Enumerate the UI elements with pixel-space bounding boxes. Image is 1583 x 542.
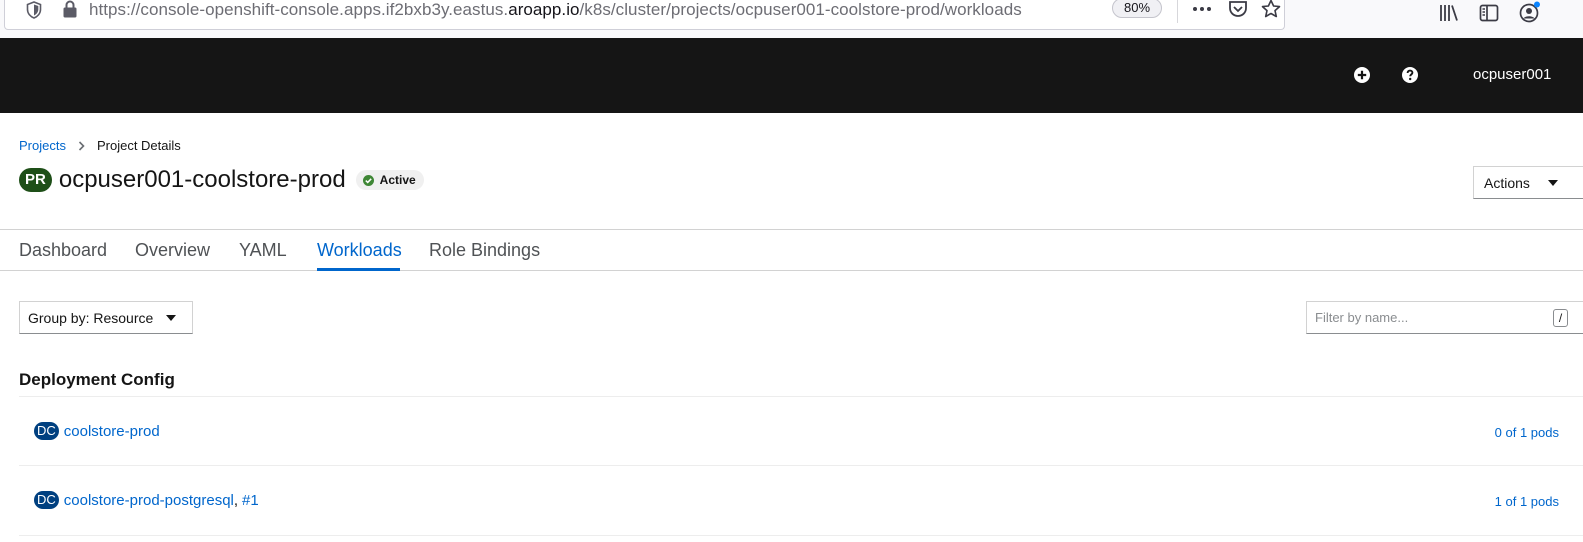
project-resource-badge: PR: [19, 168, 52, 192]
address-bar-divider: [1177, 0, 1178, 23]
check-circle-icon: [362, 174, 374, 186]
deployment-config-badge: DC: [34, 491, 59, 509]
deployment-config-badge: DC: [34, 422, 59, 440]
more-icon[interactable]: [1190, 0, 1214, 21]
zoom-level-button[interactable]: 80%: [1112, 0, 1162, 18]
lock-icon[interactable]: [59, 0, 81, 20]
url-prefix: https://console-openshift-console.apps.i…: [89, 0, 509, 19]
pocket-icon[interactable]: [1226, 0, 1250, 21]
filter-by-name-input[interactable]: [1307, 302, 1547, 333]
shield-icon[interactable]: [23, 0, 45, 21]
row-divider: [19, 396, 1583, 397]
status-text: Active: [379, 173, 416, 187]
breadcrumb-current: Project Details: [96, 138, 181, 153]
breadcrumb: Projects Project Details: [19, 138, 181, 153]
url-domain: aroapp.io: [508, 0, 580, 19]
masthead: ocpuser001: [0, 38, 1583, 113]
tab-workloads[interactable]: Workloads: [317, 240, 402, 261]
account-icon[interactable]: [1517, 1, 1541, 25]
tab-role-bindings[interactable]: Role Bindings: [429, 240, 540, 261]
filter-field: /: [1306, 301, 1583, 334]
status-badge: Active: [355, 170, 424, 190]
pod-count-link[interactable]: 1 of 1 pods: [1495, 494, 1559, 509]
row-divider: [19, 465, 1583, 466]
caret-down-icon: [166, 315, 176, 321]
sidebar-icon[interactable]: [1477, 1, 1501, 25]
group-by-label: Group by: Resource: [28, 310, 154, 326]
tab-overview[interactable]: Overview: [135, 240, 210, 261]
workload-link[interactable]: coolstore-prod: [64, 423, 160, 440]
pod-count-link[interactable]: 0 of 1 pods: [1495, 425, 1559, 440]
actions-dropdown[interactable]: Actions: [1473, 166, 1583, 199]
section-title: Deployment Config: [19, 370, 175, 389]
library-icon[interactable]: [1437, 1, 1461, 25]
keyboard-shortcut-hint: /: [1553, 309, 1568, 327]
page-title: ocpuser001-coolstore-prod: [58, 166, 346, 193]
breadcrumb-projects-link[interactable]: Projects: [19, 138, 66, 153]
page-heading: PR ocpuser001-coolstore-prod Active: [19, 166, 424, 194]
chevron-right-icon: [78, 140, 85, 151]
url-text[interactable]: https://console-openshift-console.apps.i…: [89, 0, 1022, 20]
separator-text: ,: [233, 491, 239, 509]
group-by-dropdown[interactable]: Group by: Resource: [19, 301, 193, 334]
tab-bar: Dashboard Overview YAML Workloads Role B…: [0, 229, 1583, 271]
actions-label: Actions: [1484, 175, 1530, 191]
browser-toolbar: https://console-openshift-console.apps.i…: [0, 0, 1583, 38]
rollout-link[interactable]: #1: [242, 492, 259, 509]
tab-dashboard[interactable]: Dashboard: [19, 240, 107, 261]
workload-link[interactable]: coolstore-prod-postgresql: [64, 492, 234, 509]
list-item: DC coolstore-prod: [34, 422, 160, 440]
list-item: DC coolstore-prod-postgresql , #1: [34, 491, 259, 509]
help-icon[interactable]: [1401, 66, 1419, 84]
caret-down-icon: [1548, 180, 1558, 186]
add-icon[interactable]: [1353, 66, 1371, 84]
user-menu[interactable]: ocpuser001: [1473, 66, 1551, 83]
url-path: /k8s/cluster/projects/ocpuser001-coolsto…: [579, 0, 1022, 19]
active-tab-indicator: [317, 268, 400, 271]
tab-yaml[interactable]: YAML: [239, 240, 287, 261]
star-icon[interactable]: [1259, 0, 1283, 21]
row-divider: [19, 535, 1583, 536]
address-bar[interactable]: https://console-openshift-console.apps.i…: [4, 0, 1285, 30]
